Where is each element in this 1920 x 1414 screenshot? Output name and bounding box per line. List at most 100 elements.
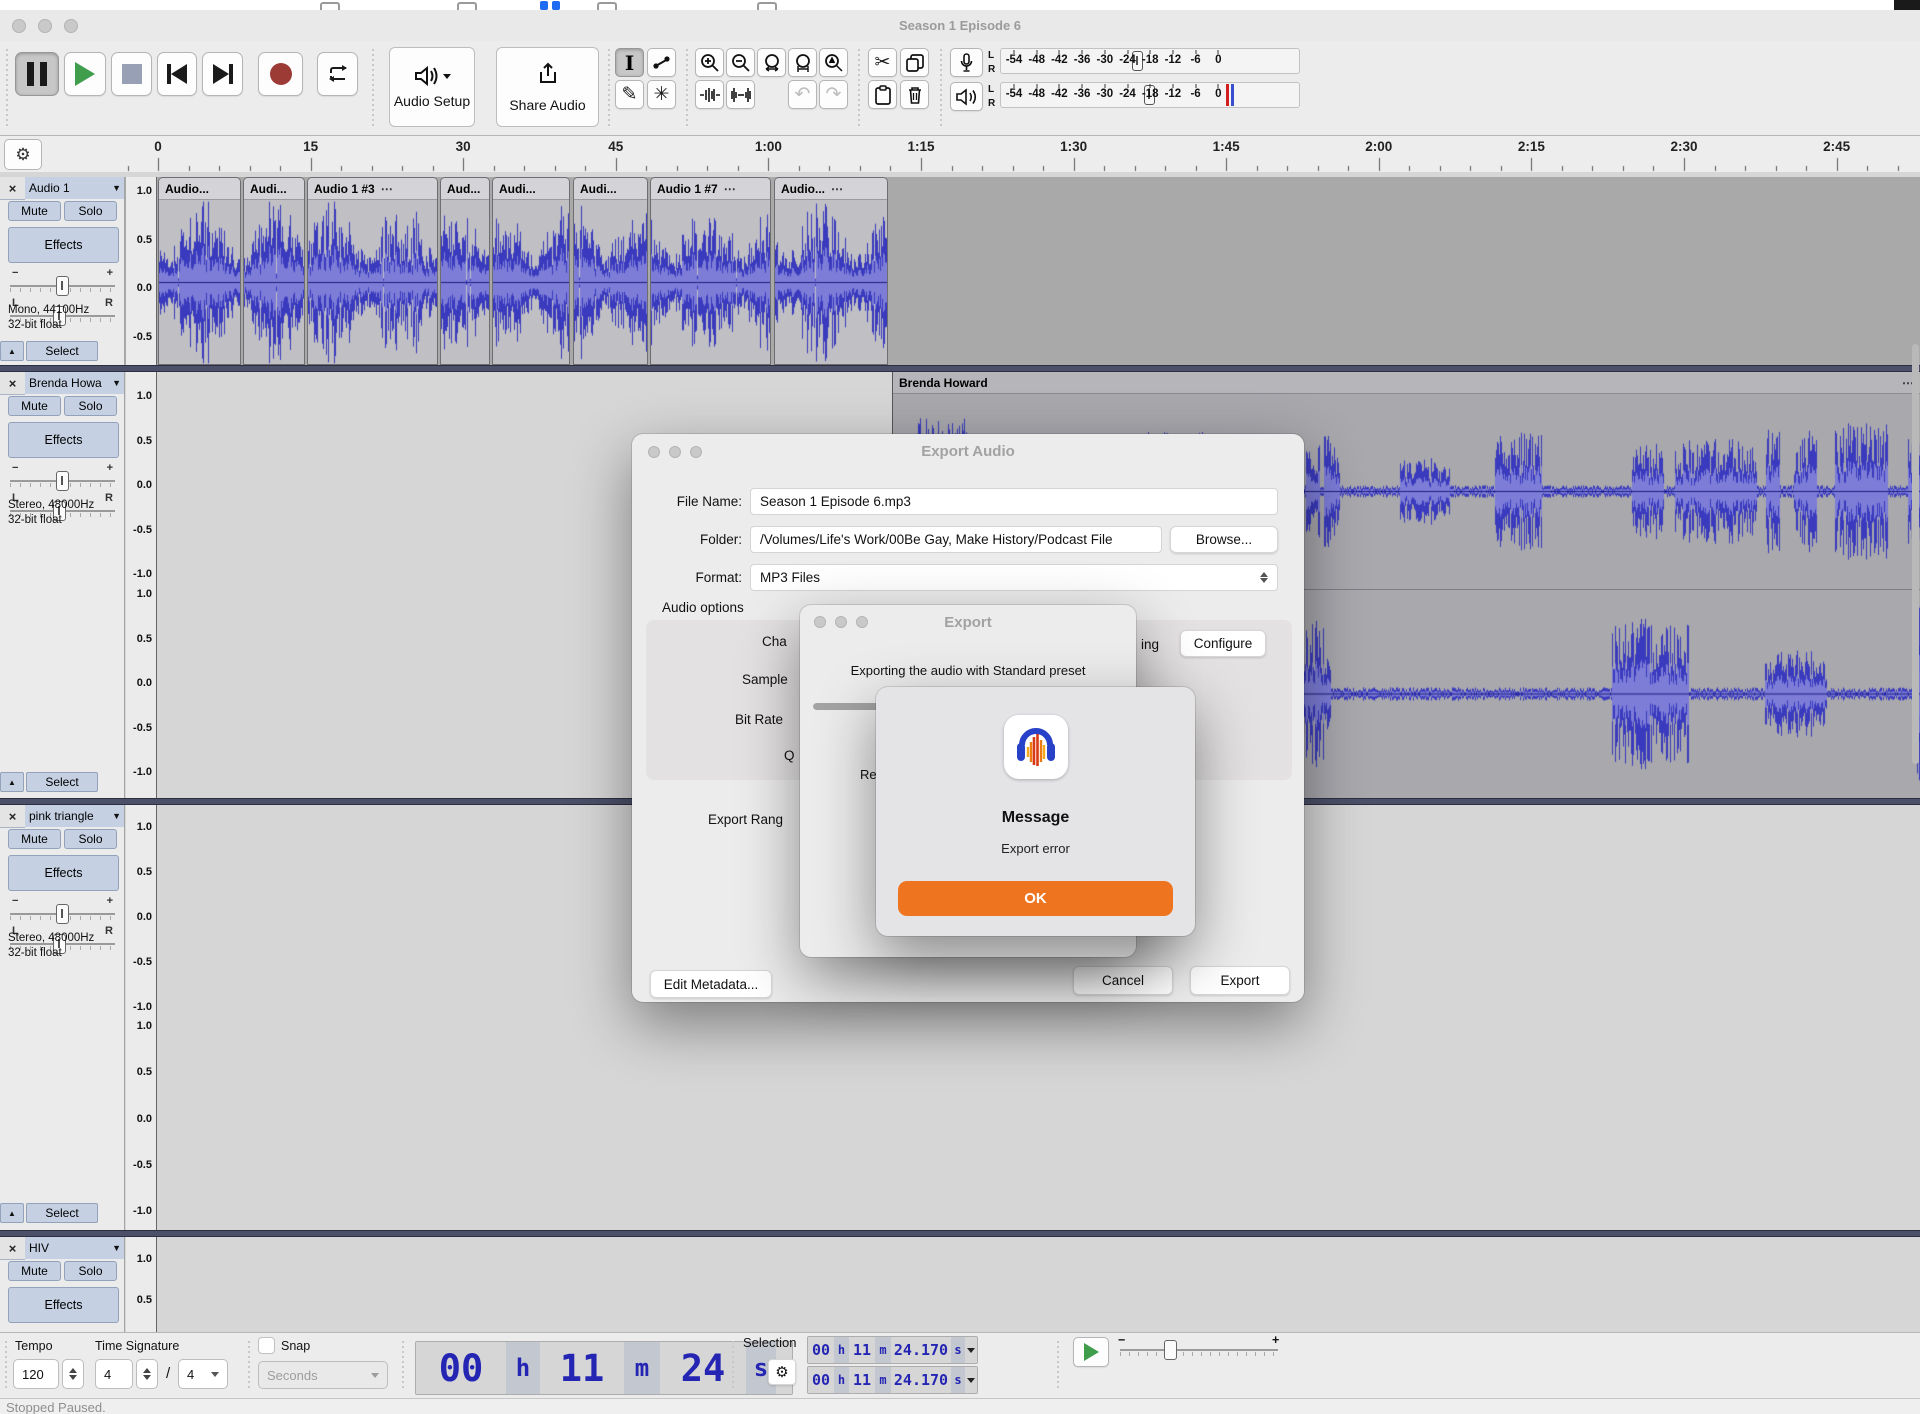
selection-tool-button[interactable]: I bbox=[615, 48, 644, 77]
vertical-scale-ruler[interactable]: 1.00.5 bbox=[126, 1237, 157, 1332]
timesig-upper-input[interactable]: 4 bbox=[95, 1359, 133, 1389]
mute-button[interactable]: Mute bbox=[8, 1261, 61, 1281]
vertical-scale-ruler[interactable]: 1.00.50.0-0.5 bbox=[126, 177, 157, 365]
gain-slider[interactable]: −+ bbox=[10, 897, 115, 923]
clip-menu-button[interactable]: ⋯ bbox=[724, 182, 736, 196]
browse-button[interactable]: Browse... bbox=[1170, 526, 1278, 553]
record-meter[interactable]: -54-48-42-36-30-24-18-12-60 bbox=[1000, 48, 1300, 74]
collapse-track-button[interactable]: ▲ bbox=[0, 341, 24, 361]
solo-button[interactable]: Solo bbox=[64, 396, 117, 416]
audio-clip[interactable]: Audio... bbox=[158, 177, 241, 365]
close-track-button[interactable]: × bbox=[0, 1237, 25, 1260]
audio-clip[interactable]: Audi... bbox=[492, 177, 570, 365]
file-name-input[interactable]: Season 1 Episode 6.mp3 bbox=[750, 488, 1278, 515]
record-button[interactable] bbox=[258, 52, 303, 96]
fit-selection-button[interactable] bbox=[757, 48, 786, 77]
selection-start-display[interactable]: 00 h 11 m 24.170 s bbox=[807, 1336, 978, 1364]
time-format-caret[interactable] bbox=[965, 1367, 977, 1393]
timeline-ruler[interactable]: ⚙ 01530451:001:151:301:452:002:152:302:4… bbox=[0, 136, 1920, 173]
track-name[interactable]: Audio 1▼ bbox=[25, 177, 125, 199]
format-select[interactable]: MP3 Files bbox=[750, 564, 1278, 591]
audio-clip[interactable]: Audi... bbox=[243, 177, 305, 365]
timeline-options-button[interactable]: ⚙ bbox=[4, 139, 42, 170]
gain-slider[interactable]: −+ bbox=[10, 464, 115, 490]
close-track-button[interactable]: × bbox=[0, 177, 25, 200]
effects-button[interactable]: Effects bbox=[8, 1287, 119, 1323]
record-meter-button[interactable] bbox=[950, 48, 983, 77]
vertical-scrollbar[interactable] bbox=[1912, 344, 1919, 764]
skip-to-start-button[interactable] bbox=[157, 52, 197, 96]
collapse-track-button[interactable]: ▲ bbox=[0, 772, 24, 792]
mute-button[interactable]: Mute bbox=[8, 201, 61, 221]
copy-button[interactable] bbox=[900, 48, 929, 77]
paste-button[interactable] bbox=[868, 80, 897, 109]
selection-end-display[interactable]: 00 h 11 m 24.170 s bbox=[807, 1366, 978, 1394]
audio-clip[interactable]: Audio...⋯ bbox=[774, 177, 888, 365]
mute-button[interactable]: Mute bbox=[8, 829, 61, 849]
multi-tool-button[interactable]: ✳ bbox=[647, 80, 676, 109]
zoom-out-button[interactable] bbox=[726, 48, 755, 77]
skip-to-end-button[interactable] bbox=[202, 52, 243, 96]
zoom-in-button[interactable] bbox=[695, 48, 724, 77]
time-format-caret[interactable] bbox=[965, 1337, 977, 1363]
clip-menu-button[interactable]: ⋯ bbox=[381, 182, 393, 196]
collapse-track-button[interactable]: ▲ bbox=[0, 1203, 24, 1223]
position-minutes[interactable]: 11 bbox=[540, 1342, 624, 1394]
pause-button[interactable] bbox=[15, 52, 59, 96]
undo-button[interactable]: ↶ bbox=[788, 80, 817, 109]
stop-button[interactable] bbox=[111, 52, 152, 96]
redo-button[interactable]: ↷ bbox=[819, 80, 848, 109]
clip-menu-button[interactable]: ⋯ bbox=[831, 182, 843, 196]
playback-speed-slider[interactable] bbox=[1120, 1335, 1278, 1365]
selection-options-button[interactable]: ⚙ bbox=[768, 1359, 796, 1385]
play-button[interactable] bbox=[64, 52, 106, 96]
playback-meter-button[interactable] bbox=[950, 82, 983, 111]
tempo-input[interactable]: 120 bbox=[13, 1359, 59, 1389]
snap-checkbox[interactable] bbox=[258, 1337, 275, 1354]
envelope-tool-button[interactable] bbox=[647, 48, 676, 77]
audio-position-display[interactable]: 00 h 11 m 24 s bbox=[415, 1341, 793, 1395]
audio-setup-button[interactable]: Audio Setup bbox=[389, 47, 475, 127]
export-button[interactable]: Export bbox=[1190, 966, 1290, 995]
mute-button[interactable]: Mute bbox=[8, 396, 61, 416]
snap-mode-select[interactable]: Seconds bbox=[258, 1361, 388, 1389]
draw-tool-button[interactable]: ✎ bbox=[615, 80, 644, 109]
track-name[interactable]: pink triangle▼ bbox=[25, 805, 125, 827]
timesig-stepper[interactable] bbox=[136, 1359, 158, 1389]
vertical-scale-ruler[interactable]: 1.00.50.0-0.5-1.01.00.50.0-0.5-1.0 bbox=[126, 805, 157, 1230]
select-track-button[interactable]: Select bbox=[26, 1203, 98, 1223]
ok-button[interactable]: OK bbox=[898, 881, 1173, 916]
trim-audio-button[interactable] bbox=[695, 80, 724, 109]
audio-clip[interactable]: Aud... bbox=[440, 177, 490, 365]
audio-clip[interactable]: Audi... bbox=[573, 177, 648, 365]
gain-slider[interactable]: −+ bbox=[10, 269, 115, 295]
edit-metadata-button[interactable]: Edit Metadata... bbox=[650, 970, 772, 998]
close-track-button[interactable]: × bbox=[0, 805, 25, 828]
track-name[interactable]: Brenda Howa▼ bbox=[25, 372, 125, 394]
solo-button[interactable]: Solo bbox=[64, 829, 117, 849]
effects-button[interactable]: Effects bbox=[8, 227, 119, 263]
playback-meter[interactable]: -54-48-42-36-30-24-18-12-60 bbox=[1000, 82, 1300, 108]
audio-clip[interactable]: Audio 1 #3⋯ bbox=[307, 177, 438, 365]
solo-button[interactable]: Solo bbox=[64, 201, 117, 221]
select-track-button[interactable]: Select bbox=[26, 772, 98, 792]
folder-input[interactable]: /Volumes/Life's Work/00Be Gay, Make Hist… bbox=[750, 526, 1162, 553]
zoom-toggle-button[interactable] bbox=[819, 48, 848, 77]
cancel-button[interactable]: Cancel bbox=[1073, 966, 1173, 995]
cut-button[interactable]: ✂ bbox=[868, 48, 897, 77]
fit-project-button[interactable] bbox=[788, 48, 817, 77]
silence-audio-button[interactable] bbox=[726, 80, 755, 109]
effects-button[interactable]: Effects bbox=[8, 422, 119, 458]
select-track-button[interactable]: Select bbox=[26, 341, 98, 361]
play-at-speed-button[interactable] bbox=[1073, 1337, 1109, 1367]
share-audio-button[interactable]: Share Audio bbox=[496, 47, 599, 127]
position-hours[interactable]: 00 bbox=[416, 1342, 506, 1394]
audio-clip[interactable]: Audio 1 #7⋯ bbox=[650, 177, 771, 365]
vertical-scale-ruler[interactable]: 1.00.50.0-0.5-1.01.00.50.0-0.5-1.0 bbox=[126, 372, 157, 798]
track-name[interactable]: HIV▼ bbox=[25, 1237, 125, 1259]
loop-button[interactable] bbox=[317, 52, 358, 96]
effects-button[interactable]: Effects bbox=[8, 855, 119, 891]
configure-button[interactable]: Configure bbox=[1180, 630, 1266, 657]
solo-button[interactable]: Solo bbox=[64, 1261, 117, 1281]
timesig-lower-select[interactable]: 4 bbox=[178, 1359, 228, 1389]
